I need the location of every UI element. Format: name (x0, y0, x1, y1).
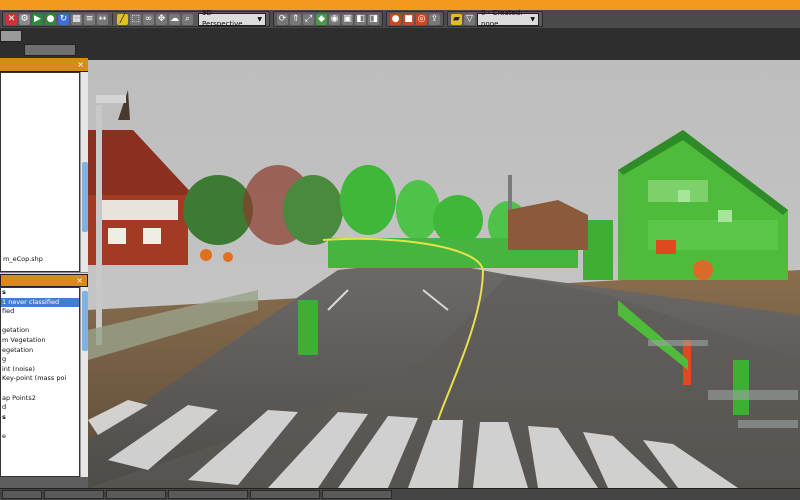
status-segment (168, 490, 248, 499)
status-segment (106, 490, 166, 499)
class-list-item[interactable]: 1 never classified (1, 297, 79, 308)
class-list-item[interactable] (1, 422, 79, 432)
fit-view-icon[interactable]: ⤢ (303, 13, 314, 25)
view-mode-select[interactable]: 3D Perspective ▼ (198, 9, 266, 28)
classes-scrollbar[interactable] (80, 287, 88, 477)
capture-icon[interactable]: ◎ (416, 13, 427, 25)
refresh-icon[interactable]: ↻ (58, 13, 69, 25)
panel-tab-1[interactable] (0, 30, 22, 42)
classes-list[interactable]: s1 never classified fied getation m Vegetat… (0, 287, 80, 477)
toolbar-group-layer: ▰ ▽ 0 - Created: none ▼ (447, 9, 543, 28)
tree-item-file[interactable]: m_eCop.shp (3, 255, 43, 263)
link-icon[interactable]: ∞ (143, 13, 154, 25)
class-list-item[interactable]: e (1, 432, 79, 442)
select-icon[interactable]: ⬚ (130, 13, 141, 25)
class-list-item[interactable]: int (noise) (1, 365, 79, 375)
record-icon[interactable]: ● (390, 13, 401, 25)
class-list-item[interactable]: s (1, 288, 79, 298)
toolbar-background-band (0, 28, 800, 60)
point-cloud-viewport[interactable] (88, 60, 800, 488)
class-list-item[interactable] (1, 384, 79, 394)
project-tree[interactable]: m_eCop.shp (0, 72, 80, 272)
stop-icon[interactable]: ■ (403, 13, 414, 25)
cloud-icon[interactable]: ☁ (169, 13, 180, 25)
classes-panel-header: × (0, 274, 88, 287)
tree-panel-header: × (0, 58, 88, 72)
class-list-item[interactable]: fied (1, 307, 79, 317)
top-view-icon[interactable]: ▣ (342, 13, 353, 25)
left-post (298, 300, 318, 355)
toolbar-group-tools: ● ■ ◎ ⇪ (386, 11, 444, 27)
measure-icon[interactable]: ↔ (97, 13, 108, 25)
toolbar-separator (112, 13, 113, 25)
side-view-icon[interactable]: ◧ (355, 13, 366, 25)
open-icon[interactable]: ▶ (32, 13, 43, 25)
filter-icon[interactable]: ▽ (464, 13, 475, 25)
left-dock-panel: × m_eCop.shp × s1 never classified fied ge… (0, 58, 88, 488)
class-list-item[interactable]: Key-point (mass poi (1, 374, 79, 384)
draw-line-icon[interactable]: ╱ (117, 13, 128, 25)
grid-icon[interactable]: ▦ (71, 13, 82, 25)
status-segment (250, 490, 320, 499)
pan-icon[interactable]: ✥ (156, 13, 167, 25)
view-mode-value: 3D Perspective (202, 9, 243, 28)
class-list-item[interactable]: egetation (1, 346, 79, 356)
status-segment (2, 490, 42, 499)
zoom-icon[interactable]: ⌕ (182, 13, 193, 25)
camera-icon[interactable]: ◉ (329, 13, 340, 25)
title-accent-bar (0, 0, 800, 10)
class-list-item[interactable]: d (1, 403, 79, 413)
status-bar (0, 488, 800, 500)
tree-scrollbar[interactable] (80, 72, 88, 272)
class-list-item[interactable]: getation (1, 326, 79, 336)
save-icon[interactable]: ● (45, 13, 56, 25)
class-list-item[interactable]: m Vegetation (1, 336, 79, 346)
close-panel-icon[interactable]: × (76, 276, 83, 285)
close-panel-icon[interactable]: × (77, 60, 84, 69)
point-cloud-app: ✕ ⚙ ▶ ● ↻ ▦ ≡ ↔ ╱ ⬚ ∞ ✥ ☁ ⌕ 3D Perspecti… (0, 0, 800, 500)
layer-select[interactable]: 0 - Created: none ▼ (477, 9, 539, 28)
status-segment (322, 490, 392, 499)
layers-icon[interactable]: ≡ (84, 13, 95, 25)
color-icon[interactable]: ◆ (316, 13, 327, 25)
close-icon[interactable]: ✕ (6, 13, 17, 25)
folder-icon[interactable]: ▰ (451, 13, 462, 25)
toolbar-group-view: ⟳ ⇑ ⤢ ◆ ◉ ▣ ◧ ◨ (273, 11, 383, 27)
settings-icon[interactable]: ⚙ (19, 13, 30, 25)
main-toolbar: ✕ ⚙ ▶ ● ↻ ▦ ≡ ↔ ╱ ⬚ ∞ ✥ ☁ ⌕ 3D Perspecti… (0, 9, 800, 28)
panel-tab-2[interactable] (24, 44, 76, 56)
walk-icon[interactable]: ⇑ (290, 13, 301, 25)
front-view-icon[interactable]: ◨ (368, 13, 379, 25)
layer-select-value: 0 - Created: none (481, 9, 523, 28)
class-list-item[interactable]: g (1, 355, 79, 365)
chevron-down-icon: ▼ (257, 15, 262, 23)
export-icon[interactable]: ⇪ (429, 13, 440, 25)
right-post (733, 360, 749, 415)
class-list-item[interactable]: ap Points2 (1, 394, 79, 404)
status-segment (44, 490, 104, 499)
class-list-item[interactable]: s (1, 413, 79, 423)
rotate-icon[interactable]: ⟳ (277, 13, 288, 25)
toolbar-group-file: ✕ ⚙ ▶ ● ↻ ▦ ≡ ↔ ╱ ⬚ ∞ ✥ ☁ ⌕ 3D Perspecti… (2, 9, 270, 28)
chevron-down-icon: ▼ (530, 15, 535, 23)
class-list-item[interactable] (1, 317, 79, 327)
